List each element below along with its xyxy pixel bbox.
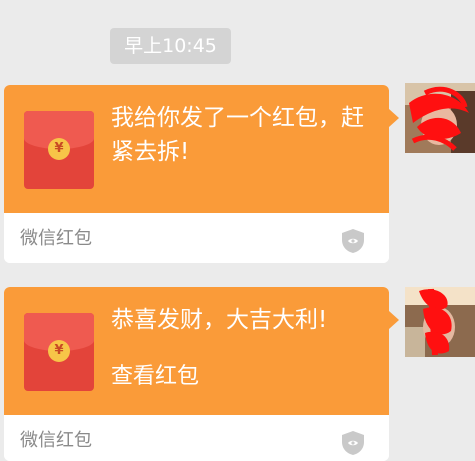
red-packet-title: 我给你发了一个红包，赶紧去拆! <box>111 105 364 165</box>
red-envelope-icon: ¥ <box>24 111 94 189</box>
bubble-tail <box>389 311 399 329</box>
avatar-image <box>405 287 475 357</box>
avatar-image <box>405 83 475 153</box>
red-envelope-icon: ¥ <box>24 313 94 391</box>
bubble-tail <box>389 109 399 127</box>
avatar[interactable] <box>405 83 475 153</box>
red-packet-message-2[interactable]: ¥ 恭喜发财，大吉大利! 查看红包 微信红包 <box>4 287 399 461</box>
red-packet-bubble[interactable]: ¥ 恭喜发财，大吉大利! 查看红包 微信红包 <box>4 287 389 461</box>
shield-icon <box>342 431 364 455</box>
timestamp-label: 早上10:45 <box>110 28 231 64</box>
envelope-coin-icon: ¥ <box>48 340 70 362</box>
red-packet-bubble[interactable]: ¥ 我给你发了一个红包，赶紧去拆! 微信红包 <box>4 85 389 263</box>
service-label: 微信红包 <box>20 430 92 451</box>
shield-icon <box>342 229 364 253</box>
red-packet-subtitle: 查看红包 <box>111 364 200 389</box>
red-packet-title: 恭喜发财，大吉大利! <box>111 307 328 333</box>
avatar[interactable] <box>405 287 475 357</box>
envelope-coin-icon: ¥ <box>48 138 70 160</box>
red-packet-message-1[interactable]: ¥ 我给你发了一个红包，赶紧去拆! 微信红包 <box>4 85 399 263</box>
service-label: 微信红包 <box>20 228 92 249</box>
